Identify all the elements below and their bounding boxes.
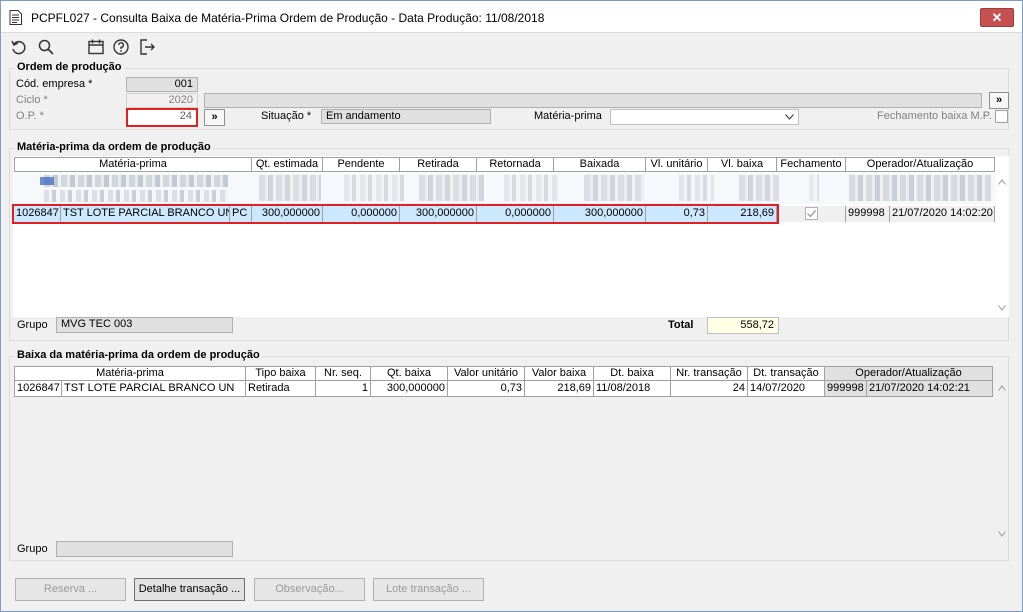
mp-ordem-title: Matéria-prima da ordem de produção [15,141,213,153]
blurred-rows [14,173,996,204]
observacao-button[interactable]: Observação... [254,578,365,601]
b-row-operador: 999998 [825,381,867,396]
chevron-down-icon [785,114,794,120]
calendar-icon[interactable] [87,38,105,56]
col-b-nr-transacao[interactable]: Nr. transação [671,366,748,381]
exit-icon[interactable] [138,38,156,56]
lote-transacao-button[interactable]: Lote transação ... [373,578,484,601]
ciclo-field[interactable]: 2020 [126,93,198,108]
scroll-up-icon[interactable] [998,179,1006,185]
op-highlight-box [126,108,198,127]
b-row-codigo: 1026847 [15,381,62,396]
col-pendente[interactable]: Pendente [323,157,400,172]
fechamento-checkbox[interactable] [995,110,1008,123]
row-fechamento [777,206,846,222]
col-vl-unitario[interactable]: Vl. unitário [646,157,708,172]
ciclo-description [204,93,982,108]
b-row-nr-transacao: 24 [671,381,748,396]
col-retornada[interactable]: Retornada [477,157,554,172]
scroll-down-icon[interactable] [998,305,1006,311]
baixa-scrollbar[interactable] [995,381,1009,541]
scroll-up-icon[interactable] [998,385,1006,391]
document-icon [9,10,22,25]
total-field: 558,72 [707,317,779,334]
col-b-valor-unitario[interactable]: Valor unitário [448,366,525,381]
title-bar: PCPFL027 - Consulta Baixa de Matéria-Pri… [1,1,1022,33]
situacao-field[interactable]: Em andamento [321,109,491,124]
row-atualizacao: 21/07/2020 14:02:20 [890,206,995,222]
row-highlight-box [12,204,779,224]
col-baixada[interactable]: Baixada [554,157,646,172]
col-b-tipo-baixa[interactable]: Tipo baixa [246,366,316,381]
baixa-title: Baixa da matéria-prima da ordem de produ… [15,349,262,361]
col-b-operador[interactable]: Operador/Atualização [825,366,993,381]
baixa-grupo-field[interactable] [56,541,233,557]
col-b-qt-baixa[interactable]: Qt. baixa [371,366,448,381]
mp-grupo-field[interactable]: MVG TEC 003 [56,317,233,333]
table-row[interactable]: 1026847 TST LOTE PARCIAL BRANCO UN Retir… [14,381,993,397]
ciclo-label: Ciclo * [16,94,48,106]
window-title: PCPFL027 - Consulta Baixa de Matéria-Pri… [31,11,545,25]
search-icon[interactable] [37,38,55,56]
fechamento-label: Fechamento baixa M.P. [877,110,992,122]
b-row-atualizacao: 21/07/2020 14:02:21 [867,381,993,396]
op-nav-button[interactable]: » [204,109,225,126]
col-fechamento[interactable]: Fechamento [777,157,846,172]
col-b-dt-transacao[interactable]: Dt. transação [748,366,825,381]
b-row-descricao: TST LOTE PARCIAL BRANCO UN [62,381,246,396]
col-vl-baixa[interactable]: Vl. baixa [708,157,777,172]
col-b-dt-baixa[interactable]: Dt. baixa [594,366,671,381]
cod-empresa-label: Cód. empresa * [16,78,93,90]
col-retirada[interactable]: Retirada [400,157,477,172]
col-b-valor-baixa[interactable]: Valor baixa [525,366,594,381]
op-label: O.P. * [16,110,44,122]
col-b-nr-seq[interactable]: Nr. seq. [316,366,371,381]
mp-ordem-scrollbar[interactable] [995,173,1009,317]
b-row-dt-baixa: 11/08/2018 [594,381,671,396]
cod-empresa-field[interactable]: 001 [126,77,198,92]
mp-grupo-label: Grupo [17,319,48,331]
b-row-tipo: Retirada [246,381,316,396]
col-b-materia-prima[interactable]: Matéria-prima [14,366,246,381]
reserva-button[interactable]: Reserva ... [15,578,126,601]
b-row-valor-unitario: 0,73 [448,381,525,396]
materia-prima-label: Matéria-prima [534,110,602,122]
b-row-valor-baixa: 218,69 [525,381,594,396]
close-button[interactable]: ✕ [980,8,1014,27]
b-row-qt-baixa: 300,000000 [371,381,448,396]
main-window: PCPFL027 - Consulta Baixa de Matéria-Pri… [0,0,1023,612]
scroll-down-icon[interactable] [998,531,1006,537]
ordem-title: Ordem de produção [15,61,124,73]
fechamento-check-icon[interactable] [805,207,818,220]
ciclo-nav-button[interactable]: » [989,92,1009,109]
baixa-grupo-label: Grupo [17,543,48,555]
help-icon[interactable] [112,38,130,56]
baixa-header: Matéria-prima Tipo baixa Nr. seq. Qt. ba… [14,366,993,381]
total-label: Total [668,319,694,331]
undo-icon[interactable] [10,38,28,56]
col-materia-prima[interactable]: Matéria-prima [14,157,252,172]
detalhe-transacao-button[interactable]: Detalhe transação ... [134,578,245,601]
materia-prima-select[interactable] [610,109,799,125]
b-row-seq: 1 [316,381,371,396]
col-operador[interactable]: Operador/Atualização [846,157,995,172]
b-row-dt-transacao: 14/07/2020 [748,381,825,396]
mp-ordem-header: Matéria-prima Qt. estimada Pendente Reti… [14,157,995,172]
row-operador: 999998 [846,206,890,222]
situacao-label: Situação * [261,110,312,122]
col-qt-estimada[interactable]: Qt. estimada [252,157,323,172]
